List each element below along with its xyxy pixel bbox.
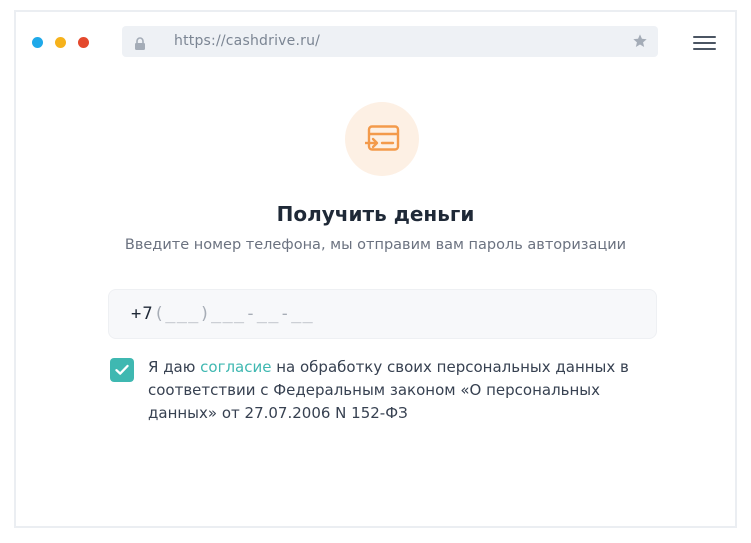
- consent-text: Я даю согласие на обработку своих персон…: [148, 356, 668, 425]
- phone-input[interactable]: +7(___)___-__-__: [108, 289, 657, 339]
- window-minimize-dot[interactable]: [55, 37, 66, 48]
- consent-text-before: Я даю: [148, 358, 201, 376]
- consent-link[interactable]: согласие: [200, 358, 271, 376]
- url-text[interactable]: https://cashdrive.ru/: [174, 33, 320, 49]
- star-icon[interactable]: [632, 33, 648, 49]
- consent-checkbox[interactable]: [110, 358, 134, 382]
- phone-prefix: +7: [131, 304, 154, 324]
- card-transfer-icon: [345, 102, 419, 176]
- phone-mask-placeholder: (___)___-__-__: [153, 304, 314, 324]
- browser-toolbar: https://cashdrive.ru/: [16, 12, 735, 70]
- browser-window: https://cashdrive.ru/ Получить деньги Вв…: [14, 10, 737, 528]
- address-bar[interactable]: https://cashdrive.ru/: [122, 26, 658, 57]
- page-subtitle: Введите номер телефона, мы отправим вам …: [124, 237, 627, 253]
- window-maximize-dot[interactable]: [78, 37, 89, 48]
- window-close-dot[interactable]: [32, 37, 43, 48]
- check-icon: [115, 364, 129, 375]
- lock-icon: [134, 35, 146, 50]
- page-title: Получить деньги: [276, 202, 475, 226]
- hamburger-menu-icon[interactable]: [693, 34, 717, 52]
